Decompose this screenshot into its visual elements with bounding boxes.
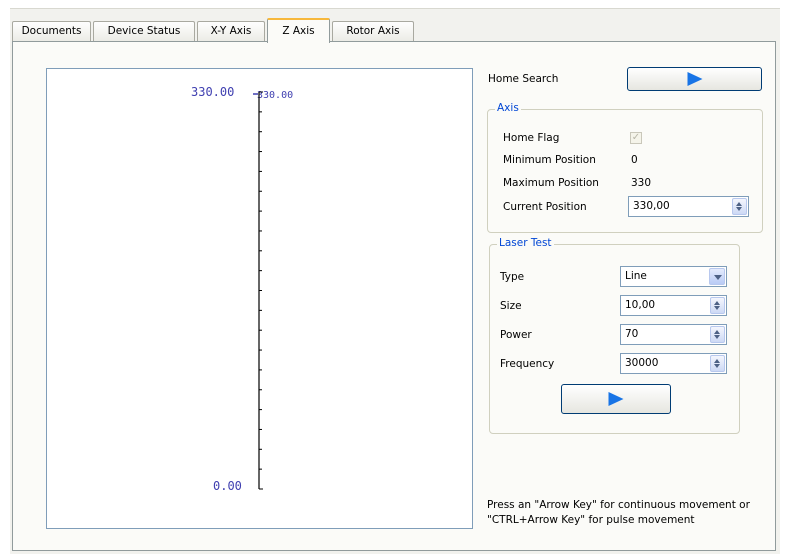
frequency-label: Frequency xyxy=(500,358,555,370)
play-icon xyxy=(608,392,624,406)
tab-xy-axis[interactable]: X-Y Axis xyxy=(197,21,265,41)
play-icon xyxy=(687,72,702,86)
size-label: Size xyxy=(500,300,522,312)
type-label: Type xyxy=(500,271,525,283)
power-label: Power xyxy=(500,329,532,341)
home-search-button[interactable] xyxy=(627,67,762,91)
min-position-value: 0 xyxy=(631,154,638,166)
home-flag-checkbox[interactable]: ✓ xyxy=(630,132,642,144)
scale-top-label: 330.00 xyxy=(191,85,235,99)
axis-group: Axis Home Flag ✓ Minimum Position 0 Maxi… xyxy=(487,102,763,233)
size-input[interactable]: 10,00 xyxy=(620,295,727,316)
current-position-input[interactable]: 330,00 xyxy=(628,196,749,217)
scale-bottom-label: 0.00 xyxy=(213,479,242,493)
frequency-input[interactable]: 30000 xyxy=(620,353,727,374)
laser-test-run-button[interactable] xyxy=(561,384,671,414)
power-value: 70 xyxy=(625,328,639,340)
frequency-spinner[interactable] xyxy=(710,355,725,372)
hint-line-2: "CTRL+Arrow Key" for pulse movement xyxy=(487,514,695,526)
hint-line-1: Press an "Arrow Key" for continuous move… xyxy=(487,499,750,511)
chevron-down-icon[interactable] xyxy=(709,268,725,285)
size-spinner[interactable] xyxy=(710,297,725,314)
type-select[interactable]: Line xyxy=(620,266,727,287)
max-position-value: 330 xyxy=(631,177,652,189)
laser-test-group-title: Laser Test xyxy=(497,237,554,249)
current-position-spinner[interactable] xyxy=(732,198,747,215)
axis-group-title: Axis xyxy=(495,102,521,114)
tab-rotor-axis[interactable]: Rotor Axis xyxy=(332,21,414,41)
max-position-label: Maximum Position xyxy=(503,177,599,189)
current-position-value: 330,00 xyxy=(633,200,670,212)
tab-device-status[interactable]: Device Status xyxy=(93,21,195,41)
tab-z-axis[interactable]: Z Axis xyxy=(267,18,330,43)
home-flag-label: Home Flag xyxy=(503,132,560,144)
tab-documents[interactable]: Documents xyxy=(12,21,91,41)
power-spinner[interactable] xyxy=(710,326,725,343)
home-search-label: Home Search xyxy=(488,73,559,85)
laser-test-group: Laser Test Type Line Size 10,00 Power 70… xyxy=(489,237,740,434)
current-position-label: Current Position xyxy=(503,201,587,213)
z-axis-canvas: 330.00 330.00 0.00 xyxy=(46,68,473,529)
z-axis-ruler xyxy=(253,91,263,490)
frequency-value: 30000 xyxy=(625,357,659,369)
size-value: 10,00 xyxy=(625,299,656,311)
z-axis-panel: 330.00 330.00 0.00 Home Search Axis Home… xyxy=(12,41,776,551)
min-position-label: Minimum Position xyxy=(503,154,596,166)
power-input[interactable]: 70 xyxy=(620,324,727,345)
type-value: Line xyxy=(625,270,647,282)
